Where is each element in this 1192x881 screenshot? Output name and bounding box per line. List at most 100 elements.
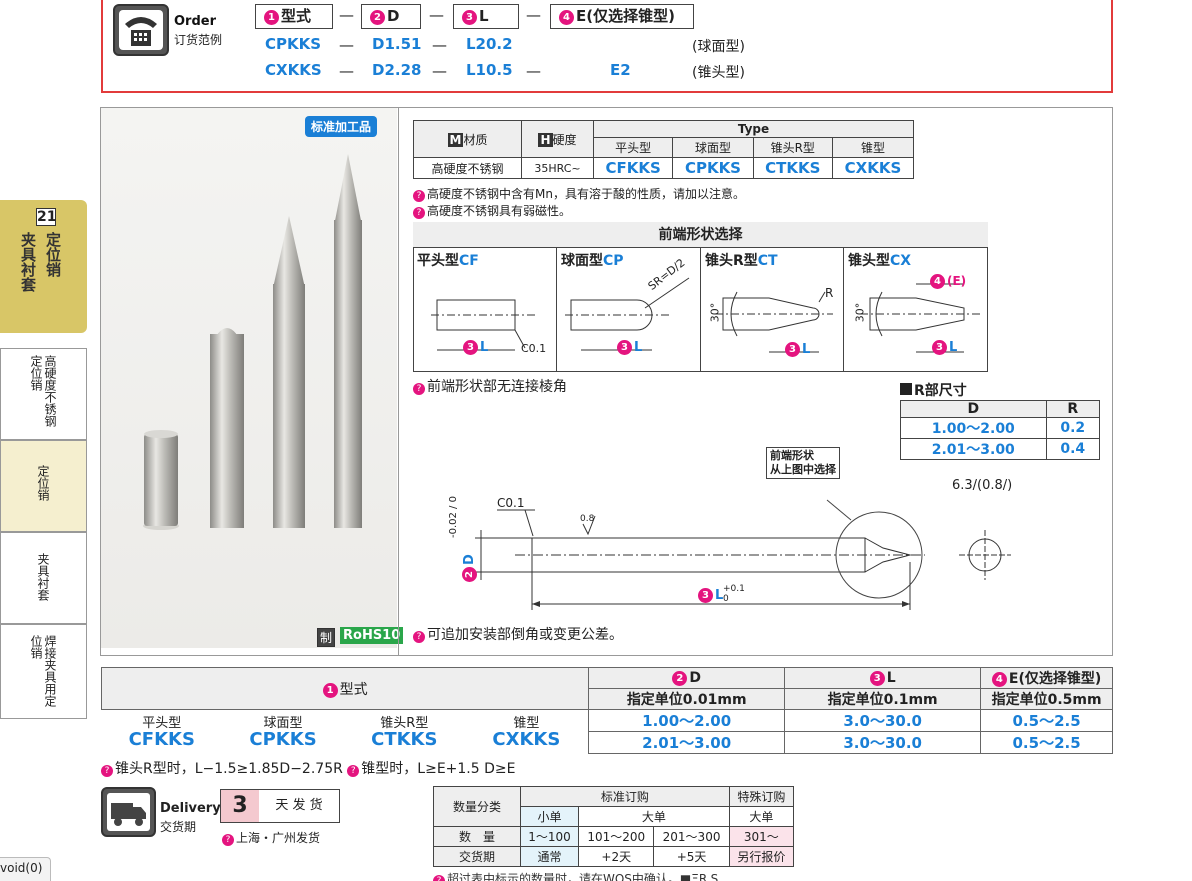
order-dash: —	[432, 62, 447, 80]
order-row1-note: (球面型)	[692, 39, 745, 55]
spec-header-l: 3L	[784, 667, 982, 689]
r-table-title: R部尺寸	[900, 380, 967, 400]
delivery-cell: +2天	[578, 846, 655, 867]
side-item-pin[interactable]: 定位销	[0, 440, 87, 532]
spec-type-1[interactable]: 球面型 CPKKS	[222, 710, 344, 754]
shape-spherical[interactable]: 球面型CP SR=D/2 3L	[557, 248, 701, 372]
spec-cell: 0.5～2.5	[980, 709, 1113, 732]
spec-cell: 2.01～3.00	[588, 731, 786, 754]
delivery-title: Delivery	[160, 801, 221, 816]
d-tolerance: -0.02 / 0	[448, 496, 459, 538]
delivery-header: 小单	[519, 806, 580, 827]
delivery-cell: 1～100	[519, 826, 580, 847]
spec-cell: 1.00～2.00	[588, 709, 786, 732]
ship-note: ? 上海・广州发货	[222, 829, 320, 846]
spec-sub-l: 指定单位0.1mm	[784, 688, 982, 710]
spec-header-e: 4 E(仅选择锥型)	[980, 667, 1113, 689]
order-row2-l: L10.5	[466, 61, 513, 79]
order-row2-note: (锥头型)	[692, 65, 745, 81]
product-photo	[101, 108, 397, 648]
truck-icon	[101, 787, 156, 837]
type-code[interactable]: CXKKS	[831, 157, 915, 179]
pin-drawing	[475, 499, 1011, 610]
delivery-header: 大单	[578, 806, 730, 827]
type-code[interactable]: CTKKS	[752, 157, 833, 179]
spec-table: 1 型式 2D 3L 4 E(仅选择锥型) 指定单位0.01mm 指定单位0.1mm…	[100, 667, 1113, 754]
delivery-cut-note: ? 超过表中标示的数量时，请在WOS中确认。■ΞR.S	[433, 869, 718, 881]
shape-cone-r-title: 锥头R型CT	[705, 253, 778, 269]
delivery-cell: 另行报价	[728, 846, 795, 867]
type-code[interactable]: CPKKS	[672, 157, 754, 179]
surface-roughness: 6.3/(0.8/)	[952, 478, 1013, 493]
side-tab-active[interactable]: 21 定位销 夹具衬套	[0, 200, 87, 333]
spec-sub-e: 指定单位0.5mm	[980, 688, 1113, 710]
side-item-label: 定位销	[36, 465, 50, 501]
shape-note: ? 前端形状部无连接棱角	[413, 376, 567, 396]
order-dash: —	[429, 6, 444, 24]
delivery-header: 特殊订购	[728, 786, 795, 807]
side-item-bushing[interactable]: 夹具衬套	[0, 532, 87, 624]
hardness-value: 35HRC~	[521, 157, 594, 179]
delivery-days-label: 天 发 货	[275, 798, 323, 813]
shape-r-label: R	[825, 286, 834, 300]
caution-icon: ?	[433, 875, 445, 881]
side-item-label: 夹具衬套	[36, 553, 50, 601]
order-row1-l: L20.2	[466, 35, 513, 53]
rohs-badge: RoHS10	[340, 627, 404, 644]
order-row1-type: CPKKS	[265, 35, 322, 53]
caution-icon: ?	[347, 765, 360, 777]
delivery-cell: +5天	[653, 846, 730, 867]
delivery-cell: 通常	[519, 846, 580, 867]
shape-cone-l: 3L	[932, 340, 957, 355]
drawing-c01: C0.1	[497, 496, 525, 510]
order-row2-type: CXKKS	[265, 61, 322, 79]
type-code[interactable]: CFKKS	[592, 157, 674, 179]
spec-header-type: 1 型式	[100, 667, 590, 710]
type-name: 球面型	[672, 137, 754, 158]
header-type: Type	[593, 120, 914, 138]
panel-divider	[398, 108, 399, 656]
delivery-cell: 301～	[728, 826, 795, 847]
r-header: R	[1045, 400, 1101, 418]
spec-type-0[interactable]: 平头型 CFKKS	[102, 710, 223, 754]
phone-order-icon	[113, 4, 169, 56]
shape-cone-r[interactable]: 锥头R型CT 30° R 3L	[701, 248, 844, 372]
material-icon: M	[447, 132, 464, 147]
spec-notes: ? 锥头R型时，L−1.5≥1.85D−2.75R ? 锥型时，L≥E+1.5 D≥…	[101, 758, 515, 778]
side-title-line2: 夹具衬套	[19, 232, 37, 292]
order-row1-d: D1.51	[372, 35, 422, 53]
spec-cell: 3.0～30.0	[784, 731, 982, 754]
delivery-header: 标准订购	[520, 786, 730, 807]
r-header: D	[900, 400, 1047, 418]
r-dimension-table: DR 1.00～2.00 0.2 2.01～3.00 0.4	[900, 400, 1101, 460]
l-label: 3L	[698, 588, 723, 603]
order-row2-e: E2	[610, 61, 631, 79]
side-item-welding[interactable]: 焊接夹具用定位销	[0, 624, 87, 719]
order-dash: —	[339, 36, 354, 54]
order-dash: —	[432, 36, 447, 54]
l-tolerance: +0.1 0	[723, 584, 745, 604]
square-icon	[900, 383, 912, 395]
tip-shape-title: 前端形状选择	[413, 222, 988, 248]
shape-deg-label: 30°	[708, 302, 722, 323]
spec-type-2[interactable]: 锥头R型 CTKKS	[344, 710, 464, 754]
side-item-hardened[interactable]: 高硬度不锈钢定位销	[0, 348, 87, 440]
shape-flat-title: 平头型CF	[417, 253, 479, 269]
material-note-1: ? 高硬度不锈钢中含有Mn，具有溶于酸的性质，请加以注意。	[413, 185, 745, 202]
material-note-2: ? 高硬度不锈钢具有弱磁性。	[413, 202, 571, 219]
spec-cell: 0.5～2.5	[980, 731, 1113, 754]
spec-cell: 3.0～30.0	[784, 709, 982, 732]
type-name: 锥头R型	[752, 137, 833, 158]
drawing-roughness: 0.8	[580, 514, 595, 524]
type-name: 锥型	[831, 137, 915, 158]
material-value: 高硬度不锈钢	[413, 157, 522, 179]
spec-type-3[interactable]: 锥型 CXKKS	[465, 710, 589, 754]
r-cell: 1.00～2.00	[900, 417, 1047, 439]
shape-cone-title: 锥头型CX	[848, 253, 912, 269]
shape-cone[interactable]: 锥头型CX 4 (E) 30° 3L	[844, 248, 988, 372]
caution-icon: ?	[413, 631, 425, 643]
shape-flat-c01: C0.1	[521, 342, 547, 355]
r-cell: 2.01～3.00	[900, 438, 1047, 460]
order-title: Order	[174, 14, 216, 29]
shape-flat[interactable]: 平头型CF 3L C0.1	[413, 248, 557, 372]
